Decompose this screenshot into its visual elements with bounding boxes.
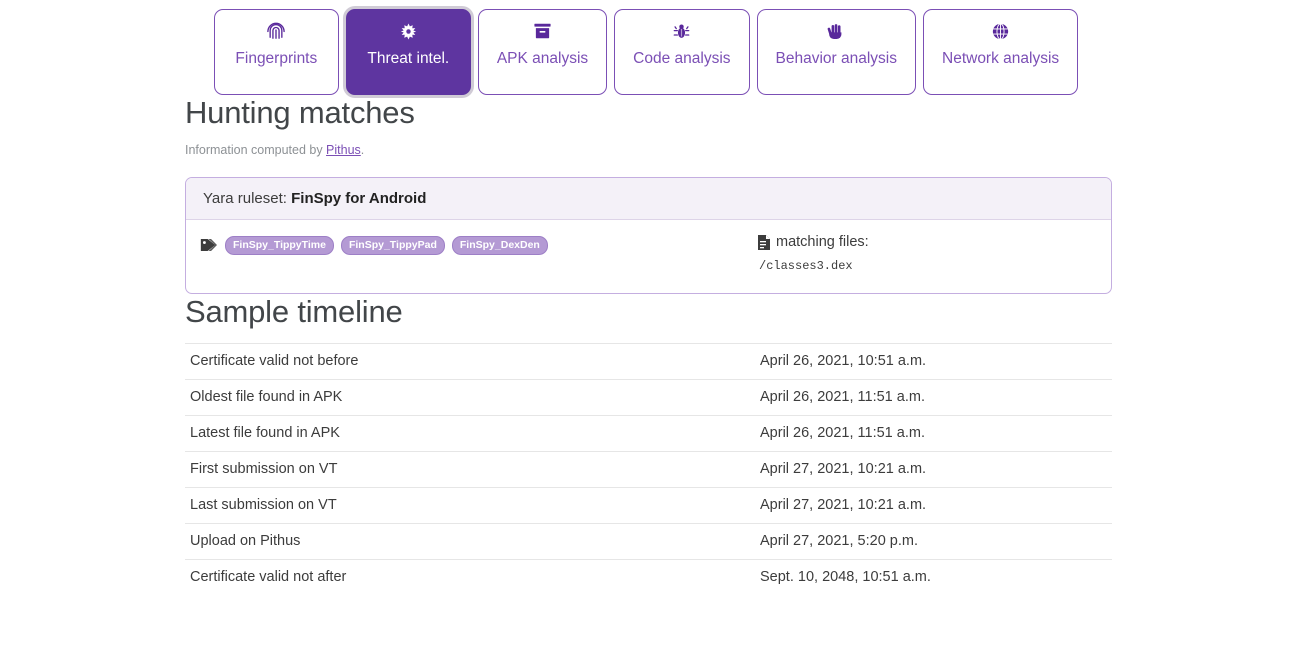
tab-apk-analysis[interactable]: APK analysis: [477, 9, 608, 95]
sample-timeline-table: Certificate valid not before April 26, 20…: [185, 343, 1112, 595]
table-row: Certificate valid not before April 26, 20…: [185, 343, 1112, 380]
table-row: Oldest file found in APK April 26, 2021, …: [185, 379, 1112, 416]
timeline-event-value: April 26, 2021, 10:51 a.m.: [760, 353, 927, 369]
sample-timeline-body: Certificate valid not before April 26, 20…: [185, 343, 1112, 596]
matching-files-header: matching files:: [758, 234, 1111, 250]
tab-threat-intel[interactable]: Threat intel.: [345, 9, 471, 95]
timeline-event-label: Last submission on VT: [190, 497, 337, 513]
tab-label: Fingerprints: [235, 50, 318, 67]
matching-files-paths: /classes3.dex: [758, 259, 1111, 273]
timeline-event-label: First submission on VT: [190, 461, 338, 477]
table-row: Latest file found in APK April 26, 2021, …: [185, 415, 1112, 452]
timeline-event-value: April 27, 2021, 10:21 a.m.: [760, 497, 927, 513]
tab-label: Threat intel.: [367, 50, 450, 67]
hunting-matches-title: Hunting matches: [185, 95, 415, 130]
table-row: Certificate valid not after Sept. 10, 204…: [185, 559, 1112, 596]
globe-icon: [992, 20, 1009, 42]
archive-box-icon: [534, 20, 551, 42]
tab-behavior-analysis[interactable]: Behavior analysis: [756, 9, 916, 95]
timeline-event-label: Latest file found in APK: [190, 425, 340, 441]
timeline-event-value: Sept. 10, 2048, 10:51 a.m.: [760, 569, 931, 585]
yara-ruleset-body: FinSpy_TippyTime FinSpy_TippyPad FinSpy_De…: [186, 220, 1111, 293]
timeline-event-value: April 27, 2021, 10:21 a.m.: [760, 461, 927, 477]
tab-label: Behavior analysis: [775, 50, 897, 67]
tab-network-analysis[interactable]: Network analysis: [923, 9, 1079, 95]
tab-code-analysis[interactable]: Code analysis: [614, 9, 750, 95]
tags-icon: [200, 237, 217, 253]
yara-ruleset-card: Yara ruleset: FinSpy for Android FinSpy_…: [185, 177, 1112, 294]
matching-file-path: /classes3.dex: [759, 259, 853, 273]
tab-label: Code analysis: [633, 50, 731, 67]
gear-icon: [400, 20, 417, 42]
page-content: Hunting matches Information computed by …: [91, 95, 1201, 595]
analysis-tab-bar: Fingerprints Threat intel. APK analysis Cod…: [0, 0, 1292, 95]
tab-fingerprints[interactable]: Fingerprints: [213, 9, 339, 95]
yara-tag-pill[interactable]: FinSpy_DexDen: [451, 236, 548, 255]
hunting-subtitle-prefix: Information computed by: [185, 143, 327, 157]
timeline-event-value: April 26, 2021, 11:51 a.m.: [760, 389, 925, 405]
yara-ruleset-header: Yara ruleset: FinSpy for Android: [186, 178, 1111, 220]
yara-ruleset-name: FinSpy for Android: [291, 190, 427, 207]
timeline-event-value: April 26, 2021, 11:51 a.m.: [760, 425, 925, 441]
timeline-event-value: April 27, 2021, 5:20 p.m.: [760, 533, 918, 549]
matching-files-label: matching files:: [776, 234, 869, 250]
table-row: First submission on VT April 27, 2021, 10…: [185, 451, 1112, 488]
timeline-event-label: Upload on Pithus: [190, 533, 301, 549]
timeline-event-label: Certificate valid not before: [190, 353, 359, 369]
tab-label: APK analysis: [496, 50, 589, 67]
tab-label: Network analysis: [942, 50, 1060, 67]
hand-icon: [827, 20, 845, 42]
file-icon: [758, 234, 770, 250]
yara-tag-pill[interactable]: FinSpy_TippyTime: [225, 236, 334, 255]
hunting-subtitle-suffix: .: [360, 143, 365, 157]
timeline-event-label: Oldest file found in APK: [190, 389, 343, 405]
fingerprint-icon: [267, 20, 286, 42]
yara-tags-list: FinSpy_TippyTime FinSpy_TippyPad FinSpy_De…: [200, 234, 756, 273]
table-row: Last submission on VT April 27, 2021, 10:…: [185, 487, 1112, 524]
yara-tag-pill[interactable]: FinSpy_TippyPad: [340, 236, 445, 255]
timeline-event-label: Certificate valid not after: [190, 569, 347, 585]
sample-timeline-title: Sample timeline: [185, 294, 403, 329]
yara-ruleset-prefix: Yara ruleset:: [203, 190, 292, 207]
matching-files-section: matching files: /classes3.dex: [756, 234, 1111, 273]
hunting-subtitle: Information computed by Pithus.: [185, 143, 1112, 157]
pithus-link[interactable]: Pithus: [326, 143, 361, 157]
bug-icon: [673, 20, 690, 42]
table-row: Upload on Pithus April 27, 2021, 5:20 p.m…: [185, 523, 1112, 560]
